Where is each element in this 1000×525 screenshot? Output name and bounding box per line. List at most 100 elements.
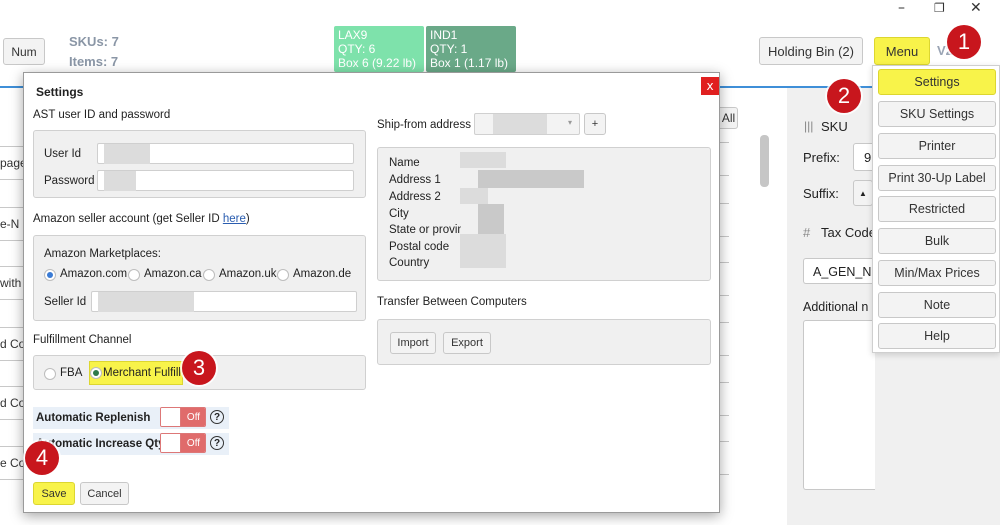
toggle-knob: [161, 408, 181, 426]
seller-id-input[interactable]: [91, 291, 357, 312]
marketplace-label: Amazon.com: [60, 268, 128, 280]
menu-item-printer[interactable]: Printer: [878, 133, 996, 159]
scrollbar-thumb[interactable]: [760, 135, 769, 187]
menu-item-bulk[interactable]: Bulk: [878, 228, 996, 254]
menu-item-settings[interactable]: Settings: [878, 69, 996, 95]
address-box: Name Address 1 Address 2 City State or p…: [377, 147, 711, 281]
password-input[interactable]: [97, 170, 354, 191]
sku-label: SKU: [821, 119, 848, 134]
num-button[interactable]: Num: [3, 38, 45, 65]
holding-bin-button[interactable]: Holding Bin (2): [759, 37, 863, 65]
amazon-account-text: Amazon seller account (get Seller ID: [33, 213, 223, 225]
radio-fba[interactable]: [44, 368, 56, 380]
shipment-qty: QTY: 1: [430, 42, 468, 56]
merchant-fulfill-highlight[interactable]: Merchant Fulfill: [89, 361, 183, 385]
help-icon[interactable]: ?: [210, 436, 224, 450]
ast-credentials-box: User Id Password: [33, 130, 366, 198]
redacted-value: [98, 292, 194, 312]
redacted-value: [460, 234, 506, 268]
redacted-value: [478, 204, 504, 234]
amazon-account-label: Amazon seller account (get Seller ID her…: [33, 213, 250, 225]
minimize-icon[interactable]: –: [898, 0, 905, 16]
user-id-label: User Id: [44, 148, 82, 160]
cancel-button[interactable]: Cancel: [80, 482, 129, 505]
toggle-knob: [161, 434, 181, 452]
shipment-box: Box 1 (1.17 lb): [430, 56, 509, 70]
menu-item-sku-settings[interactable]: SKU Settings: [878, 101, 996, 127]
ship-from-select[interactable]: ▾: [474, 113, 580, 135]
hash-icon: #: [803, 225, 811, 240]
transfer-label: Transfer Between Computers: [377, 296, 527, 308]
shipment-card-lax9[interactable]: LAX9 QTY: 6 Box 6 (9.22 lb): [334, 26, 424, 72]
user-id-input[interactable]: [97, 143, 354, 164]
auto-replenish-toggle[interactable]: Off: [160, 407, 206, 427]
menu-item-note[interactable]: Note: [878, 292, 996, 318]
radio-amazon-ca[interactable]: [128, 269, 140, 281]
suffix-dropdown-icon[interactable]: ▲: [853, 180, 873, 206]
address-field-label: Name: [389, 157, 420, 169]
address-field-label: State or provinc: [389, 224, 461, 236]
close-icon[interactable]: x: [701, 77, 719, 95]
chevron-down-icon: ▾: [568, 118, 573, 127]
fulfillment-channel-label: Fulfillment Channel: [33, 334, 132, 346]
prefix-value: 9: [864, 150, 872, 165]
shipment-code: LAX9: [338, 28, 368, 42]
add-address-button[interactable]: +: [584, 113, 606, 135]
import-button[interactable]: Import: [390, 332, 436, 354]
settings-dialog: Settings x AST user ID and password User…: [23, 72, 720, 513]
menu-item-restricted[interactable]: Restricted: [878, 196, 996, 222]
restore-icon[interactable]: ❐: [934, 1, 945, 15]
menu-item-min-max-prices[interactable]: Min/Max Prices: [878, 260, 996, 286]
step-marker-3: 3: [182, 351, 216, 385]
redacted-value: [478, 170, 584, 188]
left-stub-label: e Co: [0, 456, 26, 470]
step-marker-2: 2: [827, 79, 861, 113]
save-button[interactable]: Save: [33, 482, 75, 505]
radio-amazon-de[interactable]: [277, 269, 289, 281]
tax-code-value: A_GEN_N: [813, 265, 872, 279]
left-stub-label: d Co: [0, 396, 26, 410]
radio-amazon-com[interactable]: [44, 269, 56, 281]
items-count: Items: 7: [69, 54, 119, 69]
left-stub-label: with: [0, 276, 22, 290]
address-field-label: Country: [389, 257, 430, 269]
menu-item-help[interactable]: Help: [878, 323, 996, 349]
shipment-card-ind1[interactable]: IND1 QTY: 1 Box 1 (1.17 lb): [426, 26, 516, 72]
radio-amazon-uk[interactable]: [203, 269, 215, 281]
address-field-label: Address 1: [389, 174, 441, 186]
address-field-label: Address 2: [389, 191, 441, 203]
seller-id-label: Seller Id: [44, 296, 87, 308]
marketplace-label: Amazon.de: [293, 268, 352, 280]
marketplaces-label: Amazon Marketplaces:: [44, 248, 161, 260]
step-marker-1: 1: [947, 25, 981, 59]
shipment-box: Box 6 (9.22 lb): [338, 56, 417, 70]
barcode-icon: |||: [804, 119, 814, 133]
address-field-label: Postal code: [389, 241, 450, 253]
dialog-title: Settings: [36, 85, 84, 99]
transfer-box: Import Export: [377, 319, 711, 365]
merchant-fulfill-label: Merchant Fulfill: [103, 367, 181, 379]
additional-notes-textarea[interactable]: [803, 320, 875, 490]
close-window-icon[interactable]: ✕: [970, 0, 982, 16]
menu-item-print-30-up-label[interactable]: Print 30-Up Label: [878, 165, 996, 191]
fba-label: FBA: [60, 367, 83, 379]
toggle-off-label: Off: [181, 408, 205, 426]
radio-merchant-fulfill[interactable]: [90, 367, 102, 379]
redacted-value: [460, 152, 506, 168]
redacted-value: [460, 188, 488, 204]
redacted-value: [493, 114, 547, 134]
shipment-code: IND1: [430, 28, 458, 42]
address-field-label: City: [389, 208, 409, 220]
marketplace-label: Amazon.uk: [219, 268, 277, 280]
help-icon[interactable]: ?: [210, 410, 224, 424]
menu-button[interactable]: Menu: [874, 37, 930, 65]
redacted-value: [104, 144, 150, 164]
export-button[interactable]: Export: [443, 332, 491, 354]
redacted-value: [104, 171, 136, 191]
left-stub-label: e-N: [0, 217, 20, 231]
tax-code-input[interactable]: A_GEN_N: [803, 258, 875, 284]
auto-increase-toggle[interactable]: Off: [160, 433, 206, 453]
seller-id-here-link[interactable]: here: [223, 213, 246, 225]
skus-count: SKUs: 7: [69, 34, 119, 49]
amazon-account-box: Amazon Marketplaces: Amazon.com Amazon.c…: [33, 235, 366, 321]
